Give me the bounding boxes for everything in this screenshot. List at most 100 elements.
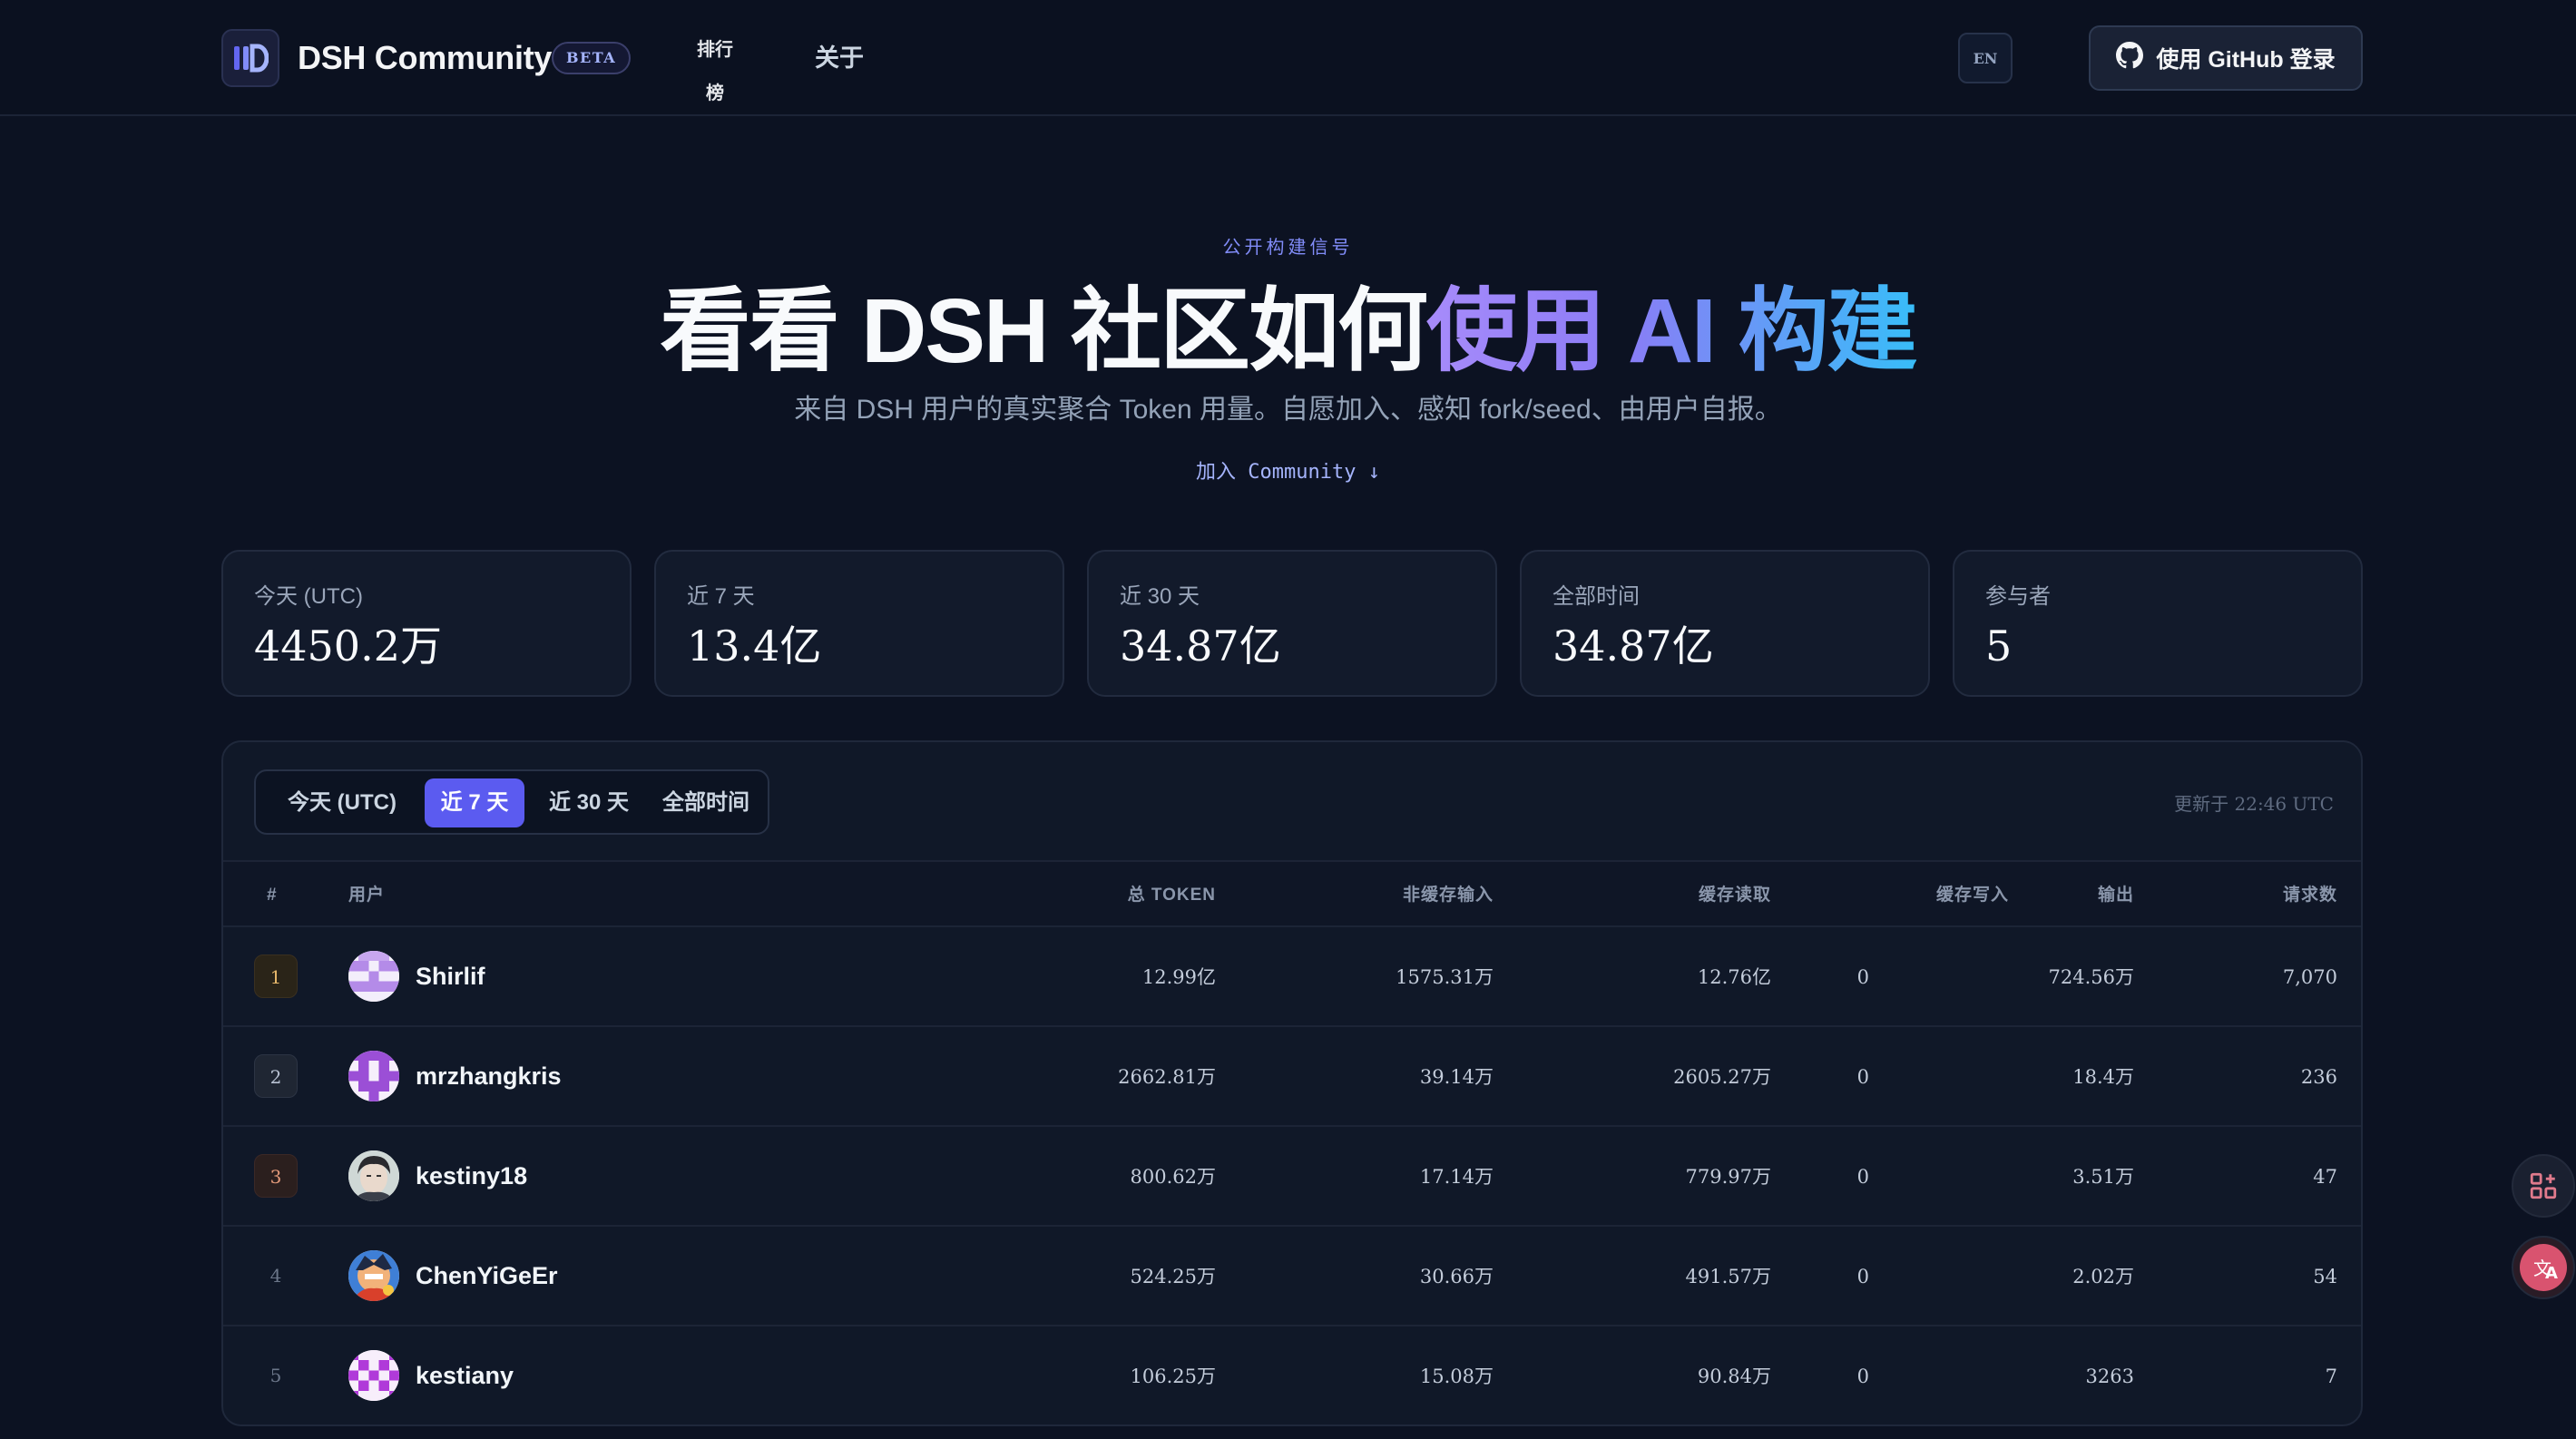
table-row[interactable]: 5 kestiany 106.25万 15.08万 90.84万 0 3263 … — [223, 1326, 2361, 1424]
beta-badge: BETA — [552, 42, 632, 74]
stat-value: 5 — [1985, 622, 2013, 671]
tab-30d[interactable]: 近 30 天 — [530, 778, 648, 827]
hero-eyebrow: 公开构建信号 — [1222, 236, 1354, 258]
tab-all-time[interactable]: 全部时间 — [648, 778, 764, 827]
username[interactable]: mrzhangkris — [416, 1058, 562, 1094]
username[interactable]: ChenYiGeEr — [416, 1258, 558, 1294]
top-nav: DSH Community BETA 排行榜 关于 EN 使用 GitHub 登… — [0, 0, 2576, 116]
cell-total: 524.25万 — [1130, 1266, 1216, 1287]
cell-cache-read: 491.57万 — [1685, 1266, 1771, 1287]
username[interactable]: Shirlif — [416, 958, 485, 994]
stat-value: 13.4亿 — [687, 622, 822, 671]
stat-label: 参与者 — [1985, 584, 2051, 609]
col-user: 用户 — [348, 886, 386, 905]
cell-cache-write: 0 — [1856, 1166, 1869, 1188]
stat-card-7d: 近 7 天 13.4亿 — [654, 550, 1064, 697]
stat-value: 34.87亿 — [1552, 622, 1714, 671]
col-cache-write[interactable]: 缓存写入 — [1936, 884, 2009, 907]
col-total-token[interactable]: 总 TOKEN — [1128, 884, 1216, 907]
cell-uncached: 15.08万 — [1419, 1366, 1494, 1387]
rank-badge: 3 — [254, 1154, 298, 1198]
cell-requests: 47 — [2313, 1166, 2337, 1188]
cell-total: 106.25万 — [1130, 1366, 1216, 1387]
cell-cache-read: 90.84万 — [1697, 1366, 1771, 1387]
cell-cache-write: 0 — [1856, 1266, 1869, 1287]
github-icon — [2116, 41, 2144, 75]
cell-requests: 236 — [2300, 1066, 2337, 1088]
rank-badge: 4 — [269, 1265, 282, 1287]
join-community-link[interactable]: 加入 Community ↓ — [0, 457, 2576, 488]
table-row[interactable]: 1 Shirlif 12.99亿 1575.31万 12.76亿 0 724.5… — [223, 927, 2361, 1027]
cell-total: 12.99亿 — [1141, 966, 1216, 988]
stat-label: 近 30 天 — [1120, 584, 1200, 609]
cell-cache-write: 0 — [1856, 1366, 1869, 1387]
stat-label: 今天 (UTC) — [254, 584, 363, 609]
hero-title-plain: 看看 DSH 社区如何 — [660, 280, 1428, 382]
cell-cache-read: 12.76亿 — [1697, 966, 1771, 988]
nav-link-leaderboard[interactable]: 排行榜 — [693, 27, 737, 103]
col-rank: # — [267, 886, 278, 905]
hero-title: 看看 DSH 社区如何使用 AI 构建 — [0, 272, 2576, 390]
avatar — [348, 951, 399, 1002]
avatar — [348, 1051, 399, 1101]
cell-uncached: 1575.31万 — [1396, 966, 1494, 988]
brand-name[interactable]: DSH Community — [298, 36, 552, 80]
cell-cache-write: 0 — [1856, 966, 1869, 988]
table-header: # 用户 总 TOKEN 非缓存输入 缓存读取 缓存写入 输出 请求数 — [223, 860, 2361, 927]
stat-value: 34.87亿 — [1120, 622, 1281, 671]
svg-text:A: A — [2545, 1264, 2558, 1283]
col-output[interactable]: 输出 — [2098, 884, 2134, 907]
cell-total: 2662.81万 — [1118, 1066, 1216, 1088]
cell-uncached: 39.14万 — [1419, 1066, 1494, 1088]
cell-output: 18.4万 — [2072, 1066, 2134, 1088]
hero-title-accent: 使用 AI 构建 — [1426, 280, 1918, 382]
cell-requests: 7,070 — [2282, 966, 2337, 988]
github-login-label: 使用 GitHub 登录 — [2156, 47, 2336, 73]
col-uncached-input[interactable]: 非缓存输入 — [1403, 884, 1494, 907]
stat-label: 全部时间 — [1552, 584, 1640, 609]
stat-label: 近 7 天 — [687, 584, 755, 609]
language-toggle-button[interactable]: EN — [1958, 33, 2013, 83]
github-login-button[interactable]: 使用 GitHub 登录 — [2089, 25, 2363, 91]
period-tabs: 今天 (UTC) 近 7 天 近 30 天 全部时间 — [254, 769, 769, 835]
nav-link-about[interactable]: 关于 — [815, 40, 864, 76]
updated-timestamp: 更新于 22:46 UTC — [2174, 793, 2334, 815]
cell-total: 800.62万 — [1130, 1166, 1216, 1188]
table-row[interactable]: 2 mrzhangkris 2662.81万 39.14万 2605.27万 0… — [223, 1027, 2361, 1127]
avatar — [348, 1350, 399, 1401]
col-requests[interactable]: 请求数 — [2283, 884, 2337, 907]
stat-card-participants: 参与者 5 — [1953, 550, 2363, 697]
rank-badge: 2 — [254, 1054, 298, 1098]
cell-requests: 54 — [2313, 1266, 2337, 1287]
cell-output: 2.02万 — [2072, 1266, 2134, 1287]
table-row[interactable]: 3 kestiny18 800.62万 17.14万 779.97万 0 3.5… — [223, 1127, 2361, 1227]
logo-icon[interactable] — [221, 29, 279, 87]
cell-cache-write: 0 — [1856, 1066, 1869, 1088]
tab-7d[interactable]: 近 7 天 — [425, 778, 524, 827]
cell-output: 3263 — [2085, 1366, 2134, 1387]
cell-requests: 7 — [2325, 1366, 2337, 1387]
table-row[interactable]: 4 ChenYiGeEr 524.25万 30.66万 491.57万 0 2.… — [223, 1227, 2361, 1326]
stat-card-30d: 近 30 天 34.87亿 — [1087, 550, 1497, 697]
apps-icon[interactable] — [2512, 1154, 2575, 1218]
avatar — [348, 1150, 399, 1201]
cell-cache-read: 779.97万 — [1685, 1166, 1771, 1188]
cell-cache-read: 2605.27万 — [1673, 1066, 1771, 1088]
translate-icon[interactable]: 文 A — [2512, 1236, 2575, 1299]
username[interactable]: kestiny18 — [416, 1158, 527, 1194]
col-cache-read[interactable]: 缓存读取 — [1699, 884, 1771, 907]
cell-uncached: 17.14万 — [1419, 1166, 1494, 1188]
rank-badge: 1 — [254, 954, 298, 998]
cell-output: 724.56万 — [2048, 966, 2134, 988]
cell-output: 3.51万 — [2072, 1166, 2134, 1188]
avatar — [348, 1250, 399, 1301]
hero-subtitle: 来自 DSH 用户的真实聚合 Token 用量。自愿加入、感知 fork/see… — [794, 395, 1782, 425]
rank-badge: 5 — [269, 1365, 282, 1386]
username[interactable]: kestiany — [416, 1357, 514, 1394]
cell-uncached: 30.66万 — [1419, 1266, 1494, 1287]
stat-card-all-time: 全部时间 34.87亿 — [1520, 550, 1930, 697]
page: DSH Community BETA 排行榜 关于 EN 使用 GitHub 登… — [0, 0, 2576, 1439]
stat-value: 4450.2万 — [254, 622, 442, 671]
tab-today[interactable]: 今天 (UTC) — [263, 778, 421, 827]
leaderboard-panel: 今天 (UTC) 近 7 天 近 30 天 全部时间 更新于 22:46 UTC… — [221, 740, 2363, 1426]
